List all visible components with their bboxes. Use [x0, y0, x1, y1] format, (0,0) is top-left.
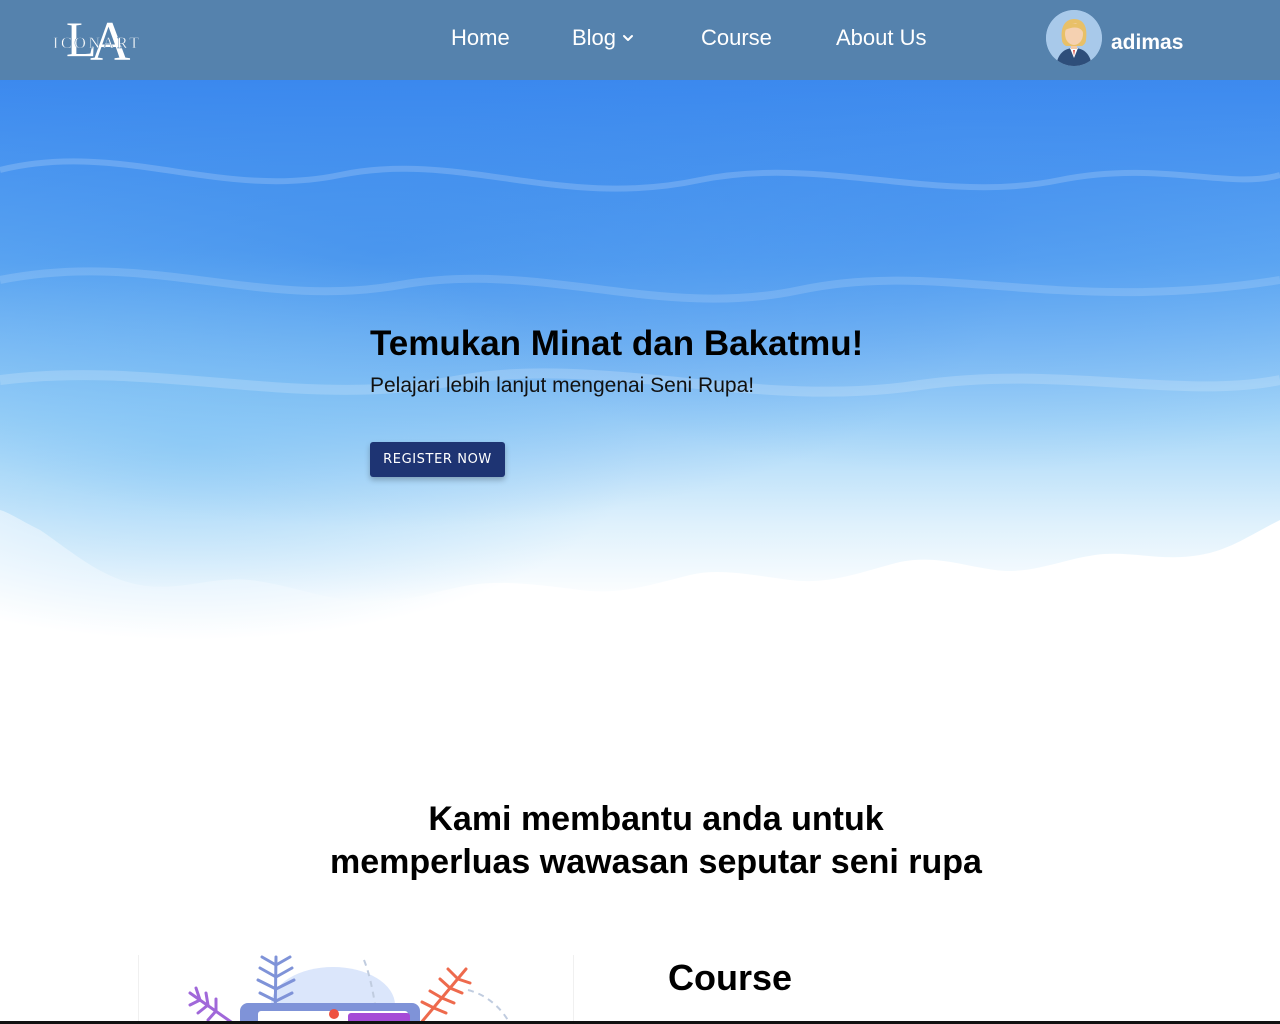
navbar: L A ICONART Home Blog Course About Us ad…	[0, 0, 1280, 80]
section-title-line2: memperluas wawasan seputar seni rupa	[330, 843, 982, 881]
section-title-line1: Kami membantu anda untuk	[428, 800, 884, 838]
nav-about-us[interactable]: About Us	[836, 24, 927, 52]
nav-about-us-label: About Us	[836, 25, 927, 50]
nav-blog-label: Blog	[572, 25, 617, 50]
iconart-logo[interactable]: L A ICONART	[52, 10, 140, 66]
course-heading: Course	[668, 957, 793, 998]
nav-course[interactable]: Course	[701, 24, 772, 52]
hero-title: Temukan Minat dan Bakatmu!	[370, 324, 864, 363]
nav-home-label: Home	[451, 25, 510, 50]
nav-home[interactable]: Home	[451, 24, 510, 52]
username[interactable]: adimas	[1111, 30, 1183, 56]
course-illustration-icon	[138, 955, 574, 1024]
hero-banner: Temukan Minat dan Bakatmu! Pelajari lebi…	[0, 80, 1280, 640]
user-avatar-icon[interactable]	[1046, 10, 1102, 66]
chevron-down-icon	[621, 31, 635, 45]
page: L A ICONART Home Blog Course About Us ad…	[0, 0, 1280, 1024]
nav-blog[interactable]: Blog	[572, 24, 635, 52]
hero-subtitle: Pelajari lebih lanjut mengenai Seni Rupa…	[370, 374, 755, 397]
svg-text:ICONART: ICONART	[53, 35, 139, 52]
section-title: Kami membantu anda untuk memperluas wawa…	[0, 798, 1280, 884]
nav-course-label: Course	[701, 25, 772, 50]
register-now-button[interactable]: REGISTER NOW	[370, 442, 505, 477]
